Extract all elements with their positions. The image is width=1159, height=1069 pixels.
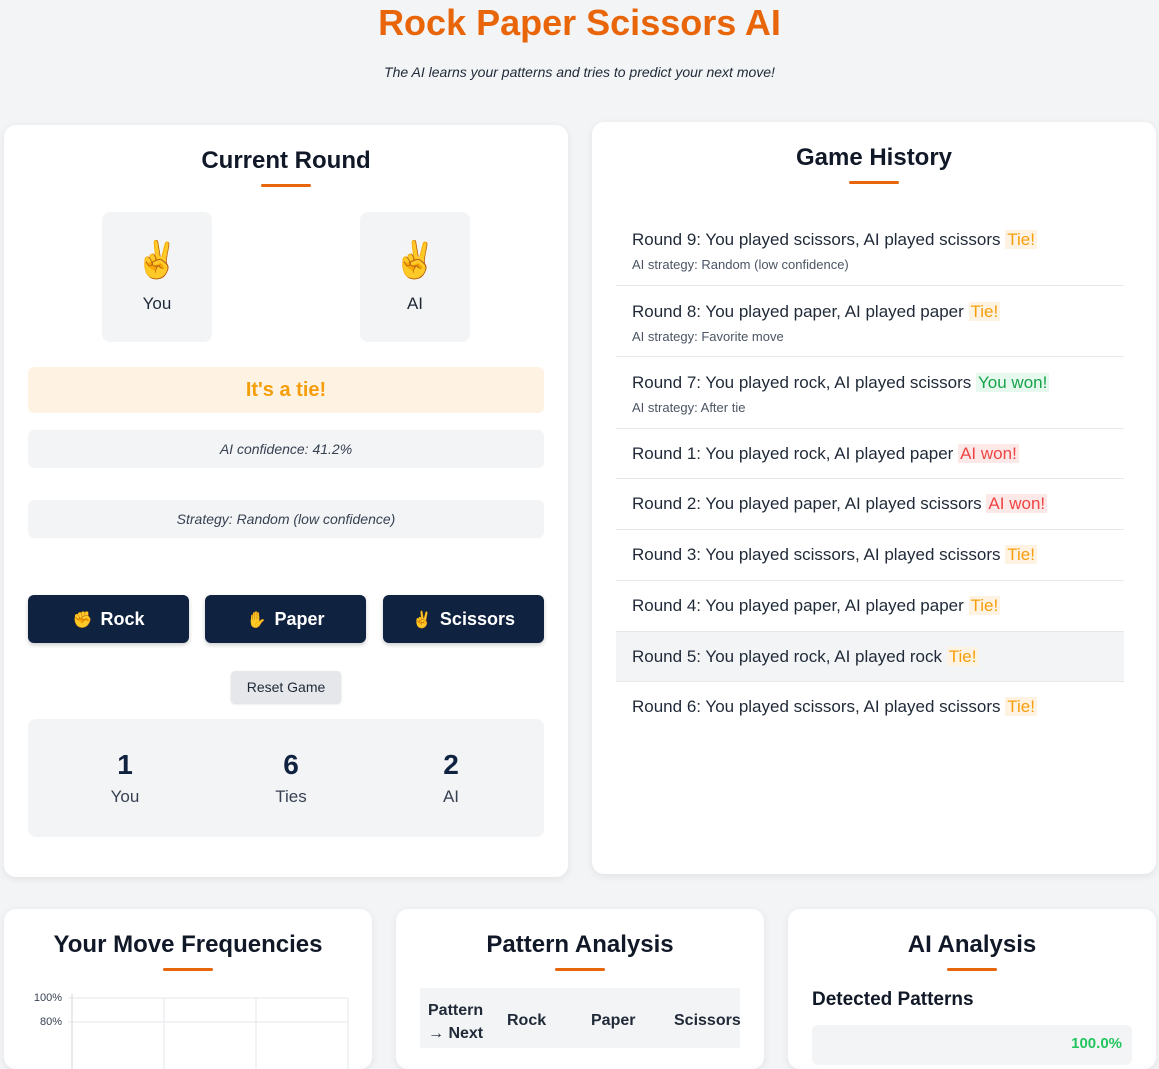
ai-confidence: AI confidence: 41.2% <box>28 430 544 468</box>
pattern-analysis-card: Pattern Analysis Pattern → Next Rock Pap… <box>396 909 764 1069</box>
fist-icon: ✊ <box>72 612 93 629</box>
ai-move-icon: ✌️ <box>392 239 438 280</box>
score-label: AI <box>442 787 460 806</box>
title-underline <box>261 184 311 187</box>
result-tag: Tie! <box>1005 230 1037 249</box>
history-text: Round 8: You played paper, AI played pap… <box>632 301 964 321</box>
result-tag: AI won! <box>958 443 1019 463</box>
game-history-card: Game History Round 9: You played scissor… <box>592 122 1156 874</box>
current-round-title: Current Round <box>201 147 371 174</box>
ai-label: AI <box>406 294 424 313</box>
pattern-table-header: Pattern → Next Rock Paper Scissors <box>420 988 741 1048</box>
frequency-chart <box>68 994 349 1069</box>
score-value: 1 <box>117 749 133 780</box>
page-subtitle: The AI learns your patterns and tries to… <box>384 64 775 80</box>
history-item: Round 1: You played rock, AI played pape… <box>616 429 1124 480</box>
score-label: Ties <box>275 787 307 806</box>
pattern-analysis-title: Pattern Analysis <box>486 931 674 958</box>
player-choice: ✌️ You <box>102 212 212 342</box>
game-history-title: Game History <box>795 144 953 171</box>
detected-pattern-row: 100.0% <box>812 1025 1132 1065</box>
hand-icon: ✋ <box>246 612 267 629</box>
history-item: Round 3: You played scissors, AI played … <box>616 530 1124 581</box>
col-header-scissors: Scissors <box>674 1012 741 1029</box>
col-header-paper: Paper <box>591 1012 636 1029</box>
history-item: Round 7: You played rock, AI played scis… <box>616 357 1124 429</box>
history-item: Round 2: You played paper, AI played sci… <box>616 479 1124 531</box>
move-frequencies-card: Your Move Frequencies 100% 80% <box>4 909 372 1069</box>
detected-patterns-heading: Detected Patterns <box>812 989 974 1010</box>
scoreboard: 1 You 6 Ties 2 AI <box>28 719 544 837</box>
col-header-rock: Rock <box>507 1012 547 1029</box>
score-label: You <box>110 787 140 806</box>
rock-button[interactable]: ✊ Rock <box>28 595 189 643</box>
result-tag: Tie! <box>968 595 1001 615</box>
history-text: Round 7: You played rock, AI played scis… <box>632 373 972 392</box>
history-strategy: AI strategy: Favorite move <box>632 328 784 344</box>
history-strategy: AI strategy: After tie <box>632 400 746 415</box>
ai-strategy: Strategy: Random (low confidence) <box>28 500 544 538</box>
score-you: 1 You <box>50 719 200 807</box>
current-round-card: Current Round ✌️ You ✌️ AI It's a tie! A… <box>4 125 568 877</box>
history-text: Round 3: You played scissors, AI played … <box>632 545 1001 565</box>
title-underline <box>849 181 899 184</box>
paper-button-label: Paper <box>274 609 325 629</box>
result-tag: Tie! <box>1005 545 1037 565</box>
player-label: You <box>142 294 172 313</box>
reset-game-button[interactable]: Reset Game <box>231 671 341 703</box>
history-item: Round 9: You played scissors, AI played … <box>616 214 1124 286</box>
scissors-button-label: Scissors <box>439 609 515 629</box>
round-result: It's a tie! <box>28 367 544 413</box>
history-item: Round 5: You played rock, AI played rock… <box>616 631 1124 683</box>
score-ai: 2 AI <box>376 719 526 807</box>
score-value: 2 <box>443 749 459 780</box>
title-underline <box>947 968 997 971</box>
ai-choice: ✌️ AI <box>360 212 470 342</box>
score-ties: 6 Ties <box>216 719 366 807</box>
victory-hand-icon: ✌️ <box>412 612 432 629</box>
history-text: Round 2: You played paper, AI played sci… <box>632 494 982 514</box>
history-text: Round 1: You played rock, AI played pape… <box>632 443 954 463</box>
rock-button-label: Rock <box>100 609 145 629</box>
ai-analysis-card: AI Analysis Detected Patterns 100.0% <box>788 909 1156 1069</box>
history-item: Round 8: You played paper, AI played pap… <box>616 286 1124 357</box>
pattern-confidence: 100.0% <box>1071 1035 1122 1052</box>
history-text: Round 6: You played scissors, AI played … <box>632 697 1001 717</box>
scissors-button[interactable]: ✌️ Scissors <box>383 595 544 643</box>
result-tag: You won! <box>976 373 1050 392</box>
ai-analysis-title: AI Analysis <box>907 931 1037 958</box>
history-strategy: AI strategy: Random (low confidence) <box>632 257 849 272</box>
result-tag: AI won! <box>986 494 1048 514</box>
page-title: Rock Paper Scissors AI <box>378 2 781 43</box>
history-list: Round 9: You played scissors, AI played … <box>616 214 1124 733</box>
result-tag: Tie! <box>968 301 1001 321</box>
history-item: Round 6: You played scissors, AI played … <box>616 682 1124 733</box>
score-value: 6 <box>283 749 299 780</box>
player-move-icon: ✌️ <box>134 239 180 280</box>
paper-button[interactable]: ✋ Paper <box>205 595 366 643</box>
history-text: Round 4: You played paper, AI played pap… <box>632 595 964 615</box>
history-text: Round 5: You played rock, AI played rock <box>632 646 942 666</box>
result-tag: Tie! <box>1005 697 1037 717</box>
col-header-pattern: Pattern → Next <box>428 1002 484 1042</box>
title-underline <box>555 968 605 971</box>
history-text: Round 9: You played scissors, AI played … <box>632 230 1001 249</box>
history-item: Round 4: You played paper, AI played pap… <box>616 581 1124 632</box>
result-tag: Tie! <box>946 646 979 666</box>
